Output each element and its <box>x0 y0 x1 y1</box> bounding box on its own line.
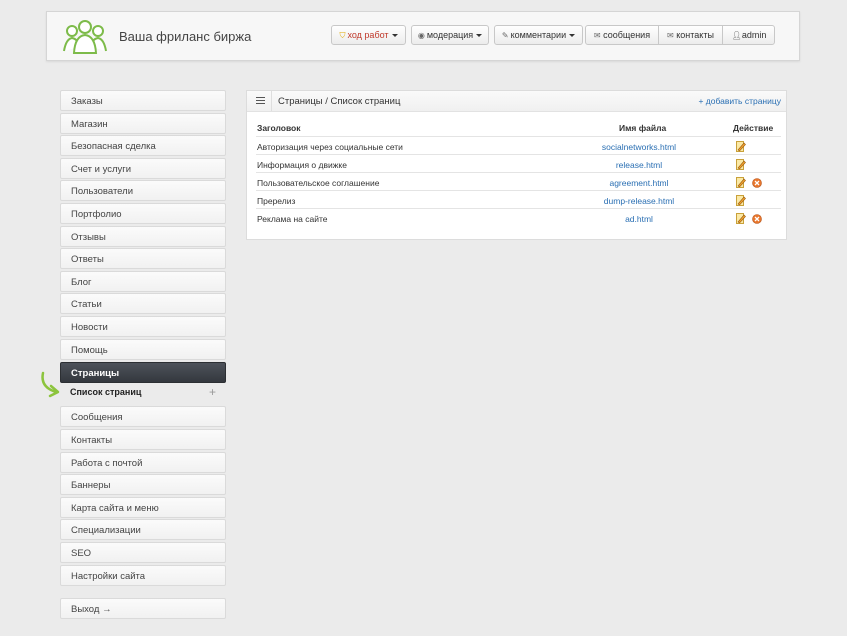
column-header-title: Заголовок <box>257 123 301 133</box>
sidebar-item-safe-deal[interactable]: Безопасная сделка <box>60 135 226 157</box>
edit-icon[interactable] <box>736 177 746 188</box>
sidebar-item-mail[interactable]: Работа с почтой <box>60 451 226 473</box>
row-file-link[interactable]: socialnetworks.html <box>569 142 709 152</box>
sidebar-item-specializations[interactable]: Специализации <box>60 519 226 541</box>
sidebar-item-messages[interactable]: Сообщения <box>60 406 226 428</box>
sidebar-item-help[interactable]: Помощь <box>60 338 226 360</box>
contacts-button[interactable]: ✉ контакты <box>659 26 723 44</box>
eye-icon: ◉ <box>417 31 425 40</box>
add-page-link[interactable]: + добавить страницу <box>698 96 781 106</box>
comments-menu-button[interactable]: ✎ комментарии <box>494 25 583 45</box>
header: Ваша фриланс биржа ⛉ ход работ ◉ модерация… <box>46 11 800 61</box>
sidebar-item-contacts[interactable]: Контакты <box>60 429 226 450</box>
row-file-link[interactable]: agreement.html <box>569 178 709 188</box>
sidebar-item-orders[interactable]: Заказы <box>60 90 226 111</box>
logout-button[interactable]: Выход → <box>60 598 226 619</box>
contacts-label: контакты <box>676 30 714 40</box>
row-title: Пререлиз <box>257 196 296 206</box>
chevron-down-icon <box>476 34 483 38</box>
table-divider <box>256 208 781 209</box>
comments-label: комментарии <box>510 30 567 40</box>
sidebar-item-blog[interactable]: Блог <box>60 270 226 292</box>
sidebar-subitem-pages-list[interactable]: Список страниц + <box>60 383 226 401</box>
delete-icon[interactable] <box>752 178 762 188</box>
moderation-label: модерация <box>426 30 474 40</box>
sidebar-item-portfolio[interactable]: Портфолио <box>60 203 226 224</box>
sidebar-item-pages[interactable]: Страницы <box>60 361 226 383</box>
sidebar-item-answers[interactable]: Ответы <box>60 248 226 270</box>
edit-icon[interactable] <box>736 159 746 170</box>
right-button-group: ✉ сообщения ✉ контакты 👤︎admin <box>585 25 775 45</box>
sidebar-item-users[interactable]: Пользователи <box>60 180 226 202</box>
delete-icon[interactable] <box>752 214 762 224</box>
edit-icon[interactable] <box>736 213 746 224</box>
edit-icon[interactable] <box>736 141 746 152</box>
sidebar-item-seo[interactable]: SEO <box>60 542 226 563</box>
sidebar-item-banners[interactable]: Баннеры <box>60 474 226 496</box>
user-icon: 👤︎ <box>731 31 742 40</box>
moderation-menu-button[interactable]: ◉ модерация <box>411 25 489 45</box>
breadcrumb: Страницы / Список страниц <box>278 96 401 107</box>
row-title: Реклама на сайте <box>257 214 328 224</box>
pencil-icon: ✎ <box>501 31 509 40</box>
current-page-arrow-icon <box>41 371 60 398</box>
table-divider <box>256 172 781 173</box>
sidebar-item-settings[interactable]: Настройки сайта <box>60 564 226 586</box>
table-divider <box>256 154 781 155</box>
sidebar-item-news[interactable]: Новости <box>60 316 226 337</box>
user-menu-button[interactable]: 👤︎admin <box>723 26 775 44</box>
table-divider <box>256 190 781 191</box>
menu-icon[interactable] <box>256 97 265 106</box>
row-title: Информация о движке <box>257 160 347 170</box>
progress-label: ход работ <box>347 30 389 40</box>
sidebar-item-billing[interactable]: Счет и услуги <box>60 157 226 179</box>
site-title[interactable]: Ваша фриланс биржа <box>119 29 251 44</box>
sidebar-item-shop[interactable]: Магазин <box>60 112 226 134</box>
table-divider <box>256 136 781 137</box>
pages-panel: Страницы / Список страниц + добавить стр… <box>246 90 787 240</box>
shield-icon: ⛉ <box>339 31 346 40</box>
chevron-down-icon <box>391 34 398 38</box>
row-title: Пользовательское соглашение <box>257 178 380 188</box>
panel-header: Страницы / Список страниц + добавить стр… <box>247 91 786 112</box>
column-header-action: Действие <box>733 123 774 133</box>
edit-icon[interactable] <box>736 195 746 206</box>
user-label: admin <box>741 30 767 40</box>
progress-menu-button[interactable]: ⛉ ход работ <box>331 25 406 45</box>
envelope-icon: ✉ <box>667 31 674 40</box>
header-divider <box>271 91 272 111</box>
envelope-icon: ✉ <box>593 31 601 40</box>
column-header-file: Имя файла <box>619 123 667 133</box>
row-file-link[interactable]: ad.html <box>569 214 709 224</box>
messages-button[interactable]: ✉ сообщения <box>586 26 659 44</box>
chevron-down-icon <box>569 34 576 38</box>
sidebar-item-reviews[interactable]: Отзывы <box>60 225 226 247</box>
plus-icon[interactable]: + <box>209 383 216 401</box>
row-title: Авторизация через социальные сети <box>257 142 403 152</box>
messages-label: сообщения <box>603 30 651 40</box>
row-file-link[interactable]: release.html <box>569 160 709 170</box>
sidebar-item-sitemap[interactable]: Карта сайта и меню <box>60 496 226 518</box>
logo-icon[interactable] <box>62 17 108 55</box>
sidebar-item-articles[interactable]: Статьи <box>60 293 226 315</box>
row-file-link[interactable]: dump-release.html <box>569 196 709 206</box>
sidebar-subitem-label: Список страниц <box>70 387 142 397</box>
